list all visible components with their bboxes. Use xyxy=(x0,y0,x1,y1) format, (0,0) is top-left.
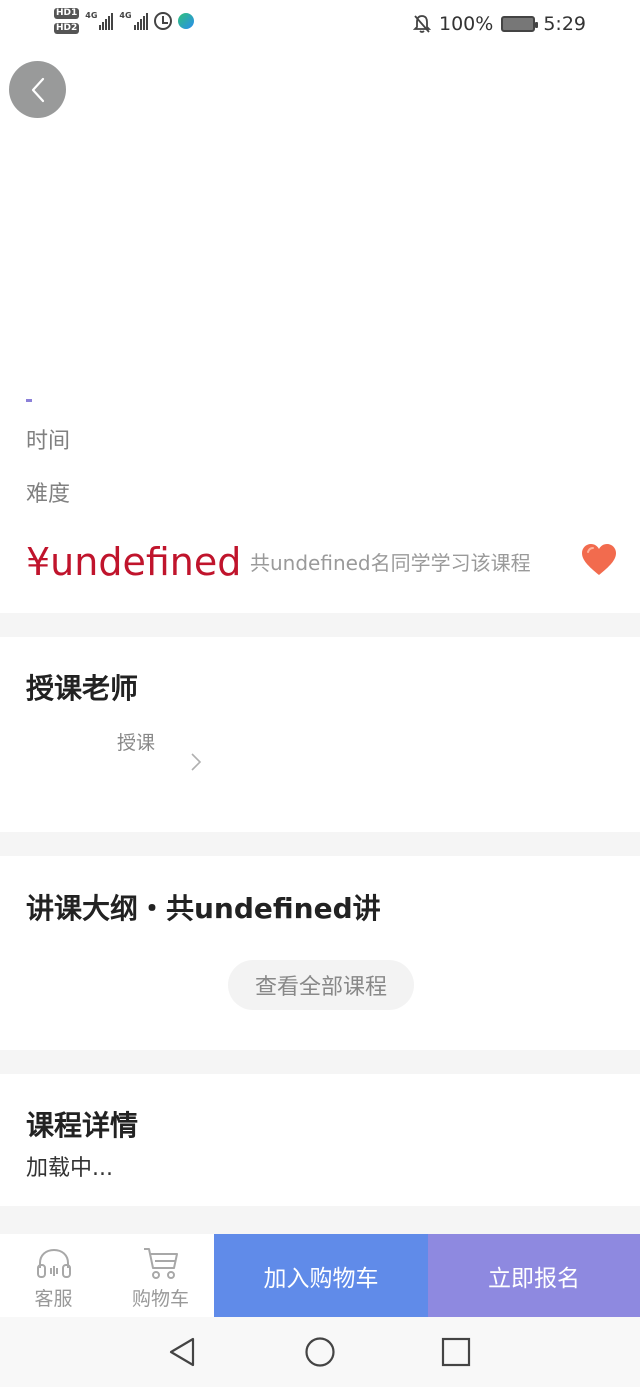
add-to-cart-button[interactable]: 加入购物车 xyxy=(214,1234,428,1317)
battery-icon xyxy=(501,16,539,32)
enroll-now-button[interactable]: 立即报名 xyxy=(428,1234,640,1317)
hd2-badge: HD2 xyxy=(54,23,80,34)
chevron-right-icon[interactable] xyxy=(188,751,204,773)
student-count: 共undefined名同学学习该课程 xyxy=(250,551,531,575)
customer-service-button[interactable]: 客服 xyxy=(0,1234,107,1317)
back-button[interactable] xyxy=(9,61,66,118)
favorite-heart-icon[interactable] xyxy=(580,542,618,578)
status-bar: HD1 HD2 4G 4G 100% 5:29 xyxy=(0,0,640,50)
alarm-icon xyxy=(153,12,172,30)
app-icon xyxy=(177,13,194,29)
outline-section-title: 讲课大纲・共undefined讲 xyxy=(26,892,381,925)
cart-label: 购物车 xyxy=(131,1288,189,1310)
hd-indicators: HD1 HD2 xyxy=(54,8,80,34)
signal-icon: 4G xyxy=(119,12,148,30)
mute-bell-icon xyxy=(413,15,431,33)
customer-service-label: 客服 xyxy=(34,1288,73,1310)
bottom-action-bar: 客服 购物车 加入购物车 立即报名 xyxy=(0,1234,640,1317)
cart-button[interactable]: 购物车 xyxy=(107,1234,214,1317)
headset-icon xyxy=(36,1248,71,1278)
clock: 5:29 xyxy=(543,13,586,35)
recents-square-icon[interactable] xyxy=(439,1335,473,1369)
chevron-left-icon xyxy=(31,77,44,102)
home-circle-icon[interactable] xyxy=(303,1335,337,1369)
teacher-section-title: 授课老师 xyxy=(26,672,139,705)
difficulty-label: 难度 xyxy=(26,482,71,507)
battery-percent: 100% xyxy=(439,13,494,35)
section-divider xyxy=(0,1050,640,1074)
teacher-role[interactable]: 授课 xyxy=(117,728,155,755)
status-left: HD1 HD2 4G 4G xyxy=(54,8,194,34)
time-label: 时间 xyxy=(26,429,71,454)
title-accent xyxy=(26,399,32,402)
section-divider xyxy=(0,613,640,637)
back-triangle-icon[interactable] xyxy=(166,1335,200,1369)
section-divider xyxy=(0,832,640,856)
course-price: ¥undefined xyxy=(26,540,242,584)
loading-text: 加载中... xyxy=(26,1156,113,1181)
detail-section-title: 课程详情 xyxy=(26,1109,139,1142)
status-right: 100% 5:29 xyxy=(413,13,586,35)
hd1-badge: HD1 xyxy=(54,8,80,19)
system-nav-bar xyxy=(0,1317,640,1387)
section-divider xyxy=(0,1206,640,1234)
view-all-courses-button[interactable]: 查看全部课程 xyxy=(228,960,414,1010)
signal-icon: 4G xyxy=(85,12,114,30)
cart-icon xyxy=(143,1248,178,1279)
